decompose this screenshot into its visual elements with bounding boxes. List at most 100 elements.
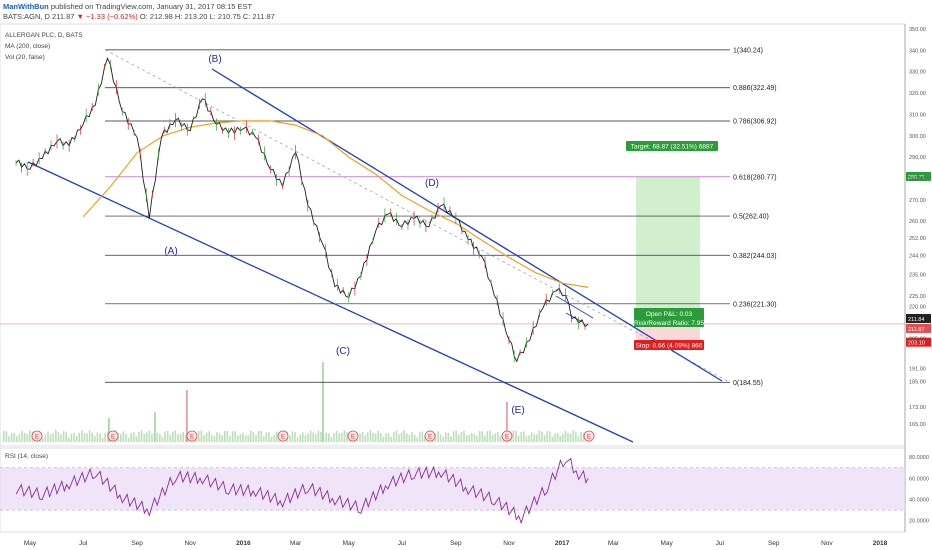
volume-bar (450, 436, 452, 442)
volume-bar (273, 434, 275, 442)
wave-label: (E) (511, 405, 524, 416)
volume-bar (478, 431, 481, 442)
fib-level-label: 1(340.24) (733, 47, 763, 54)
volume-bar (198, 431, 200, 442)
volume-bar (400, 432, 403, 442)
volume-bar (104, 432, 106, 442)
y-tick-label: 310.00 (909, 112, 926, 118)
volume-bar (18, 434, 21, 442)
volume-bar (86, 433, 88, 442)
earnings-marker-label: E (351, 435, 355, 441)
volume-bar (549, 431, 551, 442)
volume-bar (562, 434, 564, 442)
x-tick-label: Jul (79, 540, 88, 547)
volume-bar (536, 434, 538, 442)
x-tick-label: Jul (716, 540, 725, 547)
volume-bar (481, 431, 483, 442)
earnings-marker-label: E (587, 435, 591, 441)
volume-bar (455, 430, 457, 442)
volume-bar (367, 432, 369, 442)
volume-bar (369, 430, 372, 442)
volume-bar (96, 432, 99, 442)
volume-bar (486, 431, 489, 442)
volume-bar (343, 430, 346, 442)
volume-bar (29, 430, 31, 442)
volume-bar (81, 430, 83, 442)
volume-bar (328, 433, 330, 442)
volume-bar (359, 433, 361, 442)
y-tick-label: 270.00 (909, 198, 926, 204)
volume-bar (13, 432, 15, 442)
volume-bar (515, 430, 517, 442)
x-tick-label: May (343, 540, 356, 547)
volume-bar (211, 435, 213, 442)
volume-bar (159, 433, 161, 442)
volume-bar (458, 434, 460, 442)
volume-bar (83, 433, 86, 442)
volume-bar (411, 432, 413, 442)
fib-level-label: 0.618(280.77) (733, 174, 777, 181)
earnings-marker-label: E (190, 435, 194, 441)
volume-bar (528, 435, 530, 442)
volume-bar (99, 433, 101, 442)
volume-bar (538, 430, 541, 442)
volume-bar (164, 431, 166, 442)
volume-bar (250, 430, 252, 442)
volume-bar (575, 431, 577, 442)
risk-reward-label: Risk/Reward Ratio: 7.95 (634, 320, 704, 327)
volume-bar (525, 436, 528, 442)
fib-level-label: 0.5(262.40) (733, 214, 769, 221)
volume-bar (260, 431, 262, 442)
price-chart[interactable]: E E E E E E E E 1(340.24) 0.886(322.49) 0.786(306… (0, 0, 932, 550)
volume-bar (268, 432, 270, 442)
x-tick-label: 2016 (236, 540, 251, 547)
volume-bar (125, 433, 127, 442)
volume-bar (216, 432, 218, 442)
volume-bar (205, 432, 208, 442)
volume-bar (234, 430, 236, 442)
x-tick-label: Sep (768, 540, 780, 547)
y-tick-label: 290.00 (909, 155, 926, 161)
volume-bar (419, 432, 421, 442)
volume-bar (307, 433, 309, 442)
volume-bar (231, 431, 234, 442)
volume-bar (122, 431, 125, 442)
volume-bar (395, 430, 398, 442)
volume-bar (101, 438, 104, 442)
volume-bar (309, 430, 312, 442)
legend-ma: MA (200, close) (5, 43, 50, 50)
volume-bar (413, 434, 416, 442)
volume-bar (44, 434, 47, 442)
volume-bar (403, 430, 405, 442)
volume-bar (364, 435, 366, 442)
volume-bar (546, 430, 548, 442)
volume-bar (221, 435, 223, 442)
volume-bar (42, 437, 44, 442)
x-tick-label: Nov (503, 540, 515, 547)
fib-level-label: 0.786(306.92) (733, 118, 777, 125)
volume-bar (554, 433, 556, 442)
x-tick-label: Jul (398, 540, 407, 547)
volume-bar (346, 432, 348, 442)
volume-bar (62, 430, 65, 442)
volume-bar (341, 433, 343, 442)
volume-bar (387, 433, 390, 442)
volume-bar (372, 433, 374, 442)
volume-bar (166, 430, 169, 442)
volume-bar (460, 432, 463, 442)
volume-bar (452, 431, 455, 442)
volume-bar (559, 436, 561, 442)
y-tick-label: 220.00 (909, 305, 926, 311)
volume-bar (517, 435, 520, 442)
wave-label: (B) (208, 54, 221, 65)
volume-bar (57, 432, 60, 442)
y-tick-label: 260.00 (909, 219, 926, 225)
volume-bar (408, 435, 411, 442)
y-tick-label: 235.00 (909, 273, 926, 279)
volume-bar (255, 435, 257, 442)
fib-level-label: 0.886(322.49) (733, 85, 777, 92)
x-tick-label: Mar (290, 540, 302, 547)
volume-bar (385, 433, 387, 442)
volume-bar (291, 431, 294, 442)
y-tick-label: 300.00 (909, 134, 926, 140)
